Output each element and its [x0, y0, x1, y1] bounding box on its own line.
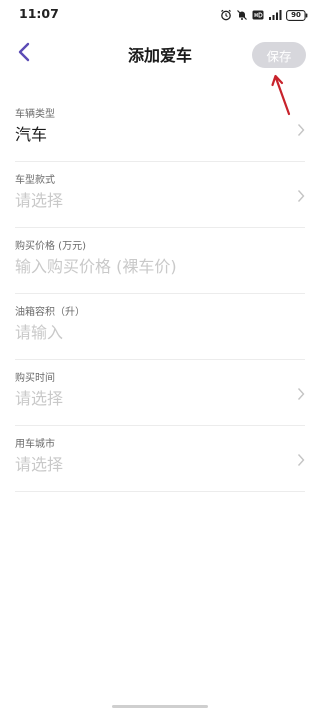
nav-bar: 添加爱车 保存	[0, 30, 320, 78]
alarm-icon	[220, 9, 232, 21]
signal-icon	[268, 9, 282, 21]
vehicle-type-label: 车辆类型	[15, 109, 55, 120]
chevron-right-icon	[297, 122, 305, 141]
tank-capacity-input[interactable]: 请输入	[15, 319, 63, 343]
tank-capacity-row[interactable]: 油箱容积（升） 请输入	[15, 294, 305, 360]
purchase-date-row[interactable]: 购买时间 请选择	[15, 360, 305, 426]
status-time: 11:07	[19, 6, 59, 21]
car-model-label: 车型款式	[15, 175, 55, 186]
chevron-right-icon	[297, 188, 305, 207]
home-indicator[interactable]	[112, 705, 208, 708]
battery-level: 90	[291, 10, 301, 19]
tank-capacity-label: 油箱容积（升）	[15, 307, 85, 318]
purchase-date-label: 购买时间	[15, 373, 55, 384]
hd-icon	[252, 9, 264, 21]
purchase-price-label: 购买价格 (万元)	[15, 241, 86, 252]
vehicle-type-value: 汽车	[15, 125, 48, 144]
mute-bell-icon	[236, 9, 248, 21]
chevron-right-icon	[297, 386, 305, 405]
city-row[interactable]: 用车城市 请选择	[15, 426, 305, 492]
car-form: 车辆类型 汽车 车型款式 请选择 购买价格 (万元) 输入购买价格 (裸车价) …	[0, 96, 320, 492]
save-button[interactable]: 保存	[252, 42, 306, 68]
purchase-price-input[interactable]: 输入购买价格 (裸车价)	[15, 253, 177, 277]
city-value: 请选择	[15, 455, 64, 474]
purchase-price-row[interactable]: 购买价格 (万元) 输入购买价格 (裸车价)	[15, 228, 305, 294]
car-model-row[interactable]: 车型款式 请选择	[15, 162, 305, 228]
status-bar: 11:07 90	[0, 0, 320, 30]
chevron-right-icon	[297, 452, 305, 471]
vehicle-type-row[interactable]: 车辆类型 汽车	[15, 96, 305, 162]
city-label: 用车城市	[15, 439, 55, 450]
status-icons: 90	[220, 8, 308, 22]
car-model-value: 请选择	[15, 191, 64, 210]
battery-icon: 90	[286, 9, 308, 21]
purchase-date-value: 请选择	[15, 389, 64, 408]
